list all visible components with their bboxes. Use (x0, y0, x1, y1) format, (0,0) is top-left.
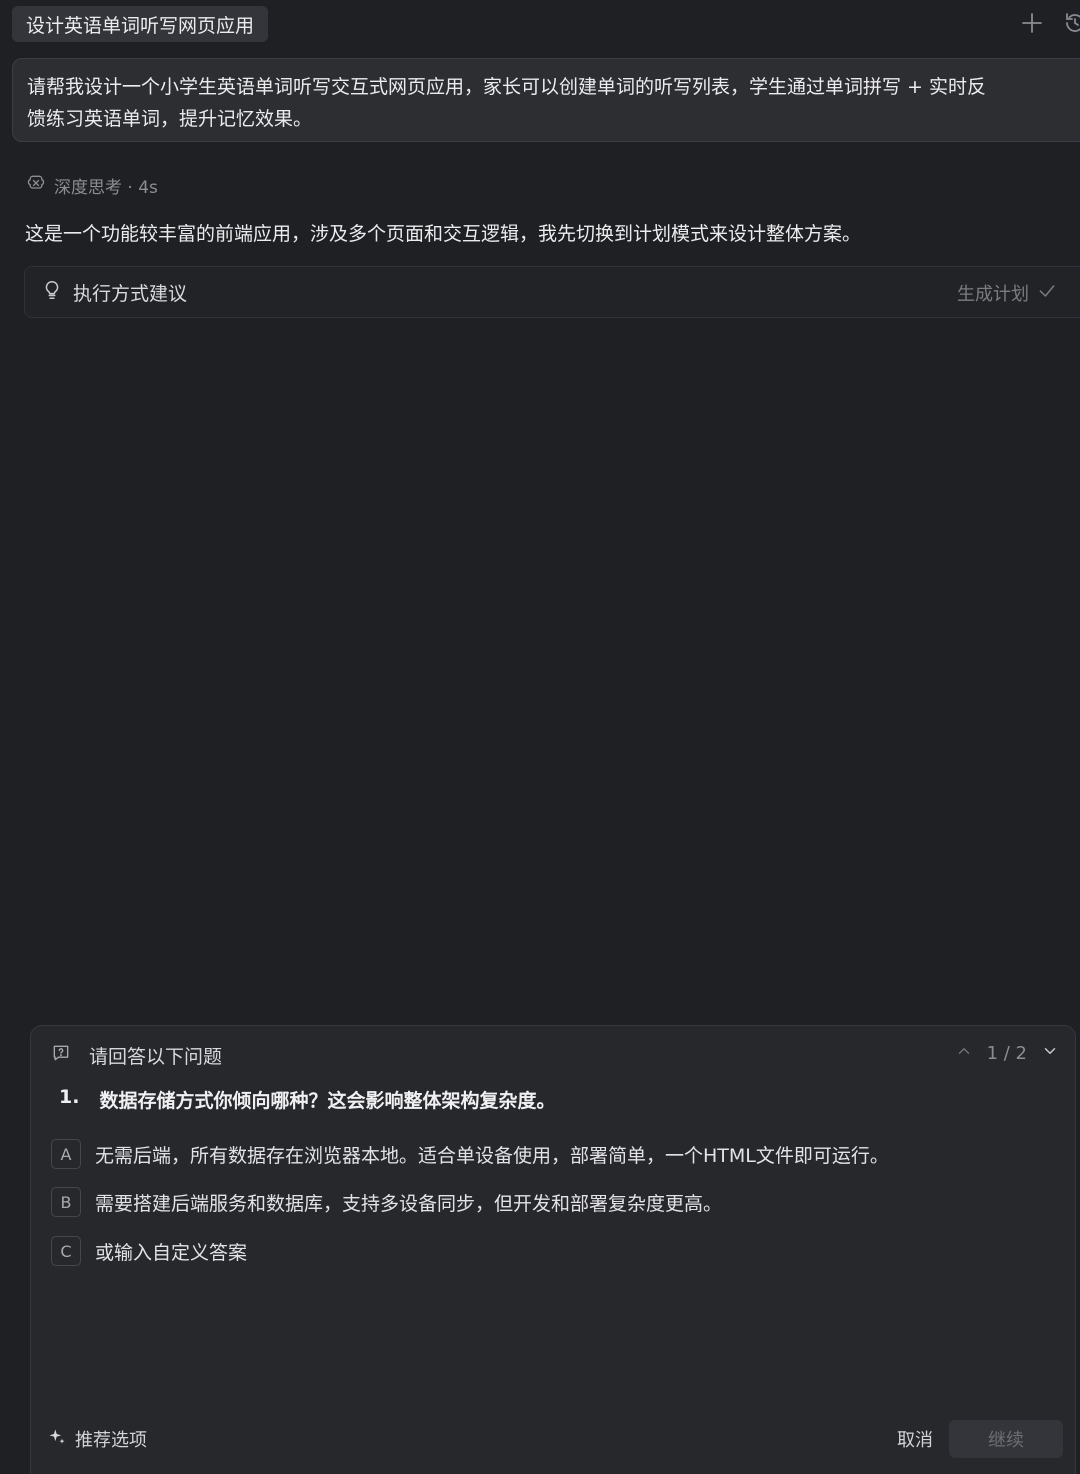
question-panel: 请回答以下问题 1 / 2 1. 数据存储方式你倾向哪种？这会影响整体架构复杂度… (30, 1025, 1076, 1474)
suggestion-label: 执行方式建议 (73, 282, 188, 305)
sparkle-icon (47, 1427, 67, 1452)
recommend-options-button[interactable]: 推荐选项 (47, 1426, 147, 1452)
chat-page: 设计英语单词听写网页应用 请帮我设计一个小学生英语单词听写交互式网页应用，家长可… (0, 0, 1080, 1474)
option-key: A (51, 1139, 81, 1169)
user-message-line-2: 馈练习英语单词，提升记忆效果。 (27, 108, 313, 130)
plus-icon[interactable] (1019, 10, 1045, 36)
question-panel-title: 请回答以下问题 (89, 1046, 223, 1068)
suggestion-status: 生成计划 (957, 267, 1057, 319)
continue-label: 继续 (988, 1430, 1024, 1451)
question-text: 数据存储方式你倾向哪种？这会影响整体架构复杂度。 (99, 1090, 556, 1112)
suggestion-status-text: 生成计划 (957, 284, 1029, 305)
question-title: 1. 数据存储方式你倾向哪种？这会影响整体架构复杂度。 (59, 1086, 555, 1113)
pager-text: 1 / 2 (986, 1043, 1027, 1064)
check-icon (1037, 281, 1057, 306)
option-b[interactable]: B 需要搭建后端服务和数据库，支持多设备同步，但开发和部署复杂度更高。 (51, 1187, 722, 1217)
thinking-label: 深度思考 · 4s (54, 178, 158, 198)
chevron-up-icon[interactable] (955, 1042, 973, 1065)
cancel-button[interactable]: 取消 (897, 1426, 933, 1452)
user-message-line-1: 请帮我设计一个小学生英语单词听写交互式网页应用，家长可以创建单词的听写列表，学生… (27, 76, 987, 98)
option-c-custom[interactable]: C 或输入自定义答案 (51, 1236, 247, 1266)
recommend-label: 推荐选项 (75, 1430, 147, 1451)
conversation-title-text: 设计英语单词听写网页应用 (26, 14, 255, 37)
option-key: C (51, 1236, 81, 1266)
history-icon[interactable] (1062, 10, 1080, 36)
assistant-message: 这是一个功能较丰富的前端应用，涉及多个页面和交互逻辑，我先切换到计划模式来设计整… (25, 223, 862, 245)
question-panel-header: 请回答以下问题 (51, 1042, 222, 1069)
chevron-down-icon[interactable] (1041, 1042, 1059, 1065)
thinking-indicator[interactable]: 深度思考 · 4s (26, 173, 158, 198)
execution-suggestion-card[interactable]: 执行方式建议 生成计划 (24, 266, 1080, 318)
option-text: 或输入自定义答案 (95, 1241, 248, 1264)
question-mark-icon (51, 1043, 71, 1068)
option-key: B (51, 1187, 81, 1217)
option-text: 需要搭建后端服务和数据库，支持多设备同步，但开发和部署复杂度更高。 (95, 1192, 723, 1215)
option-text: 无需后端，所有数据存在浏览器本地。适合单设备使用，部署简单，一个HTML文件即可… (95, 1144, 889, 1167)
continue-button[interactable]: 继续 (949, 1420, 1063, 1458)
question-number: 1. (59, 1086, 80, 1108)
option-a[interactable]: A 无需后端，所有数据存在浏览器本地。适合单设备使用，部署简单，一个HTML文件… (51, 1139, 889, 1169)
question-pager: 1 / 2 (955, 1042, 1059, 1065)
lightbulb-icon (41, 279, 63, 305)
brain-icon (26, 173, 46, 198)
user-message-bubble: 请帮我设计一个小学生英语单词听写交互式网页应用，家长可以创建单词的听写列表，学生… (12, 58, 1080, 142)
conversation-title[interactable]: 设计英语单词听写网页应用 (12, 6, 269, 42)
